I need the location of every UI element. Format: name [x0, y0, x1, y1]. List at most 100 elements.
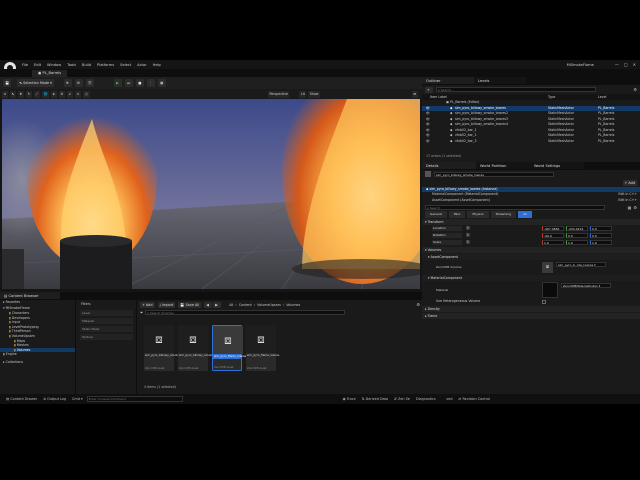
add-component-button[interactable]: + Add — [622, 179, 637, 186]
lock-icon[interactable]: ⛓ — [464, 233, 472, 239]
transform-rotation-y-field[interactable]: 0.0 — [566, 233, 588, 238]
cb-filter-icon[interactable]: ⏷ — [140, 310, 143, 315]
outliner-row[interactable]: 👁 ◆ vfxb02_bar_3 StaticMeshActor PL_Barrels — [422, 139, 640, 145]
outliner-settings-icon[interactable]: ⚙ — [633, 87, 637, 92]
blueprint-icon[interactable]: ⚙ — [74, 79, 83, 87]
filter-item[interactable]: Texture — [80, 333, 133, 340]
world-settings-tab[interactable]: World Settings — [530, 161, 584, 170]
details-tab[interactable]: Details — [422, 161, 476, 170]
folder-tree-item[interactable]: ▮ Engine — [0, 352, 75, 357]
details-filter-tab[interactable]: Streaming — [490, 211, 517, 218]
cinematics-icon[interactable]: 🎬 — [85, 79, 95, 87]
details-settings-icon[interactable]: ⚙ — [633, 205, 637, 210]
transform-rotation-z-field[interactable]: 0.0 — [590, 233, 612, 238]
output-log-button[interactable]: ≣ Output Log — [43, 397, 66, 401]
transform-rotation-dropdown[interactable]: Rotation — [432, 233, 462, 238]
world-space-icon[interactable]: 🌐 — [42, 90, 49, 98]
details-filter-tab[interactable]: Misc — [448, 211, 466, 218]
filter-item[interactable]: Level — [80, 309, 133, 316]
camera-speed-icon[interactable]: 🎥 — [82, 90, 90, 98]
transform-location-z-field[interactable]: 0.0 — [590, 226, 612, 231]
transform-rotation-x-field[interactable]: -90.0 — [542, 233, 564, 238]
visibility-eye-icon[interactable]: 👁 — [426, 139, 450, 145]
import-button[interactable]: ⤓ Import — [157, 301, 176, 308]
close-icon[interactable]: ✕ — [633, 62, 636, 67]
cmd-dropdown[interactable]: Cmd ▾ — [72, 397, 83, 401]
menu-file[interactable]: File — [19, 63, 31, 67]
diagnostics-button[interactable]: Diagnostics — [410, 394, 446, 404]
cb-add-button[interactable]: + Add — [140, 301, 155, 308]
details-grid-icon[interactable]: ▦ — [628, 205, 632, 210]
details-filter-tab[interactable]: General — [425, 211, 447, 218]
flame-section[interactable]: ▸ Flame — [422, 312, 640, 319]
scale-tool-icon[interactable]: ⤢ — [34, 90, 40, 98]
details-filter-tab[interactable]: All — [518, 211, 532, 218]
trace-button[interactable]: ◉ Trace — [343, 397, 356, 401]
col-level[interactable]: Level — [598, 94, 606, 100]
transform-scale-z-field[interactable]: 1.0 — [590, 240, 612, 245]
content-browser-tab[interactable]: ▤ Content Browser — [0, 292, 60, 300]
rotate-tool-icon[interactable]: ↻ — [26, 90, 32, 98]
volumes-section[interactable]: ▾ Volumes — [422, 247, 640, 253]
viewport-settings-icon[interactable]: ⊞ — [412, 90, 418, 98]
menu-build[interactable]: Build — [79, 63, 94, 67]
transform-location-y-field[interactable]: -294.9224 — [566, 226, 588, 231]
minimize-icon[interactable]: — — [615, 62, 619, 67]
select-tool-icon[interactable]: ⬉ — [10, 90, 16, 98]
use-hetero-checkbox[interactable] — [542, 299, 546, 304]
transform-location-dropdown[interactable]: Location — [432, 226, 462, 231]
save-icon[interactable]: 💾 — [3, 79, 12, 87]
breadcrumb-item[interactable]: VolumeUpsam — [257, 303, 281, 307]
outliner-search-input[interactable]: ⌕ Search... — [436, 87, 596, 92]
asset-thumbnail[interactable]: ⧈ sim_pyro_flame_lowres ZeroVDB Asset — [246, 325, 279, 371]
levels-tab[interactable]: Levels — [474, 77, 526, 85]
transform-scale-dropdown[interactable]: Scale — [432, 240, 462, 245]
move-tool-icon[interactable]: ✥ — [18, 90, 24, 98]
grid-snap-icon[interactable]: # — [58, 90, 65, 98]
add-content-icon[interactable]: ⊕ — [63, 79, 72, 87]
derived-data-button[interactable]: ⇅ Derived Data — [362, 397, 388, 401]
menu-actor[interactable]: Actor — [134, 63, 149, 67]
console-input[interactable]: Enter Console Command — [86, 396, 183, 402]
level-tab[interactable]: ▣ PL_Barrels — [32, 70, 68, 77]
filter-item[interactable]: Static Mesh — [80, 325, 133, 332]
menu-tools[interactable]: Tools — [64, 63, 79, 67]
asset-thumbnail[interactable]: ⧈ sim_pyro_billowy_smoke_lowres ZeroVDB As… — [144, 325, 190, 371]
cb-settings-icon[interactable]: ⚙ — [416, 302, 420, 307]
menu-edit[interactable]: Edit — [31, 63, 44, 67]
filter-item[interactable]: Material — [80, 317, 133, 324]
platforms-icon[interactable]: ▦ — [158, 79, 167, 87]
level-viewport[interactable] — [2, 99, 420, 289]
transform-location-x-field[interactable]: -967.0884 — [542, 226, 564, 231]
zero-vdb-dropdown[interactable]: sim_pyro_b..olw_lowres ▾ — [556, 261, 606, 267]
collections-row[interactable]: ▸ Collections — [0, 360, 75, 366]
scale-snap-icon[interactable]: ⇲ — [74, 90, 81, 98]
world-partition-tab[interactable]: World Partition — [476, 161, 530, 170]
transform-scale-y-field[interactable]: 1.0 — [566, 240, 588, 245]
content-drawer-button[interactable]: ▤ Content Drawer — [6, 397, 37, 401]
show-flags-button[interactable]: Show — [308, 90, 320, 98]
outliner-add-icon[interactable]: + — [425, 86, 433, 93]
transform-scale-x-field[interactable]: 1.0 — [542, 240, 564, 245]
stop-icon[interactable]: ■ — [136, 79, 145, 87]
revision-control-button[interactable]: ⇄ Revision Control — [459, 397, 490, 401]
details-search-input[interactable]: ⌕ Search — [425, 204, 605, 210]
viewport-menu-icon[interactable]: ≡ — [2, 90, 8, 98]
asset-thumbnail[interactable]: ⧈ sim_pyro_billowy_smoke_flame ZeroVDB Ass… — [178, 325, 223, 371]
edit-in-cpp-link-2[interactable]: Edit in C++ — [618, 198, 637, 204]
breadcrumb-item[interactable]: Content — [239, 303, 252, 307]
material-thumbnail[interactable] — [542, 282, 558, 298]
play-icon[interactable]: ▶ — [114, 79, 123, 87]
mode-dropdown[interactable]: ⬉ Selection Mode ▾ — [17, 79, 54, 87]
skip-icon[interactable]: ⏭ — [125, 79, 134, 87]
perspective-button[interactable]: Perspective — [267, 90, 290, 98]
maximize-icon[interactable]: □ — [624, 62, 628, 67]
zero-vdb-thumbnail[interactable]: ⧈ — [542, 261, 553, 273]
breadcrumb-item[interactable]: Volumes — [286, 303, 300, 307]
surface-snap-icon[interactable]: ◈ — [50, 90, 57, 98]
asset-thumbnail[interactable]: ⧈ sim_pyro_flame_lowres ZeroVDB Asset — [212, 325, 246, 371]
cb-search-input[interactable]: ⌕ Search Volumes — [145, 309, 346, 315]
save-all-button[interactable]: 💾 Save All — [178, 301, 202, 308]
breadcrumb-item[interactable]: All — [229, 303, 233, 307]
lock-icon[interactable]: ⛓ — [464, 226, 472, 232]
